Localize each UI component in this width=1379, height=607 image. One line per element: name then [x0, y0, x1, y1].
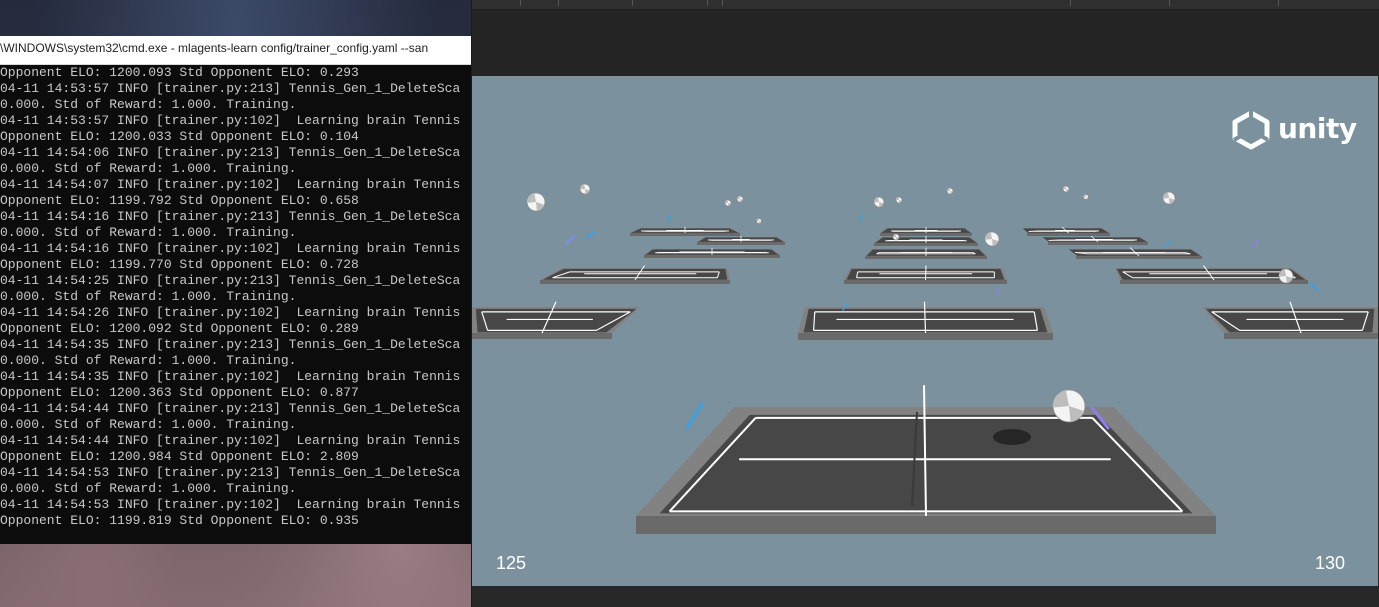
- score-left: 125: [496, 553, 527, 573]
- court-back-2-edge: [697, 242, 785, 245]
- console-line: Opponent ELO: 1200.363 Std Opponent ELO:…: [0, 385, 359, 400]
- console-line: 04-11 14:54:16 INFO [trainer.py:102] Lea…: [0, 241, 461, 256]
- court-back-5-edge: [874, 243, 978, 246]
- tennis-ball-icon: [873, 196, 885, 208]
- court-back-9-edge: [1076, 256, 1202, 259]
- tennis-racket-icon: [1165, 240, 1172, 247]
- console-line: 0.000. Std of Reward: 1.000. Training.: [0, 225, 297, 240]
- console-line: Opponent ELO: 1200.092 Std Opponent ELO:…: [0, 321, 359, 336]
- console-line: 0.000. Std of Reward: 1.000. Training.: [0, 353, 297, 368]
- tennis-racket-icon: [685, 402, 704, 430]
- editor-tab-strip[interactable]: [472, 0, 1379, 10]
- court-near-1-edge: [472, 333, 612, 339]
- tennis-ball-icon: [946, 187, 954, 195]
- console-line: 04-11 14:54:25 INFO [trainer.py:213] Ten…: [0, 273, 461, 288]
- tennis-scene: [472, 183, 1378, 534]
- court-back-6-edge: [865, 256, 987, 259]
- tennis-racket-icon: [1251, 239, 1259, 247]
- tennis-racket-icon: [859, 214, 864, 221]
- console-line: Opponent ELO: 1199.792 Std Opponent ELO:…: [0, 193, 359, 208]
- console-line: 04-11 14:53:57 INFO [trainer.py:102] Lea…: [0, 113, 461, 128]
- tennis-racket-icon: [667, 214, 672, 222]
- console-output[interactable]: Opponent ELO: 1200.093 Std Opponent ELO:…: [0, 65, 471, 529]
- tennis-ball-icon: [895, 196, 903, 204]
- console-line: Opponent ELO: 1200.033 Std Opponent ELO:…: [0, 129, 359, 144]
- unity-editor-window[interactable]: unity 125 130: [471, 0, 1379, 607]
- console-line: 04-11 14:54:53 INFO [trainer.py:102] Lea…: [0, 497, 461, 512]
- court-near-3-edge: [1224, 333, 1378, 339]
- console-line: 04-11 14:54:44 INFO [trainer.py:102] Lea…: [0, 433, 461, 448]
- court-mid-3-edge: [1120, 280, 1308, 284]
- console-line: 0.000. Std of Reward: 1.000. Training.: [0, 289, 297, 304]
- console-line: 04-11 14:54:07 INFO [trainer.py:102] Lea…: [0, 177, 461, 192]
- court-mid-2-edge: [844, 280, 1007, 284]
- court-back-7-edge: [1027, 233, 1110, 236]
- editor-bottom-bar: [472, 586, 1379, 607]
- console-line: 04-11 14:54:53 INFO [trainer.py:213] Ten…: [0, 465, 461, 480]
- tennis-ball-icon: [579, 183, 591, 195]
- console-line: 04-11 14:54:16 INFO [trainer.py:213] Ten…: [0, 209, 461, 224]
- cmd-window-title: \WINDOWS\system32\cmd.exe - mlagents-lea…: [0, 41, 429, 55]
- unity-logo-text: unity: [1278, 112, 1357, 145]
- score-right: 130: [1315, 553, 1346, 573]
- console-line: 04-11 14:54:26 INFO [trainer.py:102] Lea…: [0, 305, 461, 320]
- console-line: 0.000. Std of Reward: 1.000. Training.: [0, 481, 297, 496]
- tennis-ball-icon: [756, 218, 762, 224]
- tennis-racket-icon: [565, 235, 575, 245]
- unity-logo: unity: [1230, 110, 1357, 150]
- tennis-ball-icon: [984, 231, 1000, 247]
- console-line: 0.000. Std of Reward: 1.000. Training.: [0, 161, 297, 176]
- console-line: 04-11 14:53:57 INFO [trainer.py:213] Ten…: [0, 81, 461, 96]
- console-line: 0.000. Std of Reward: 1.000. Training.: [0, 417, 297, 432]
- console-line: 04-11 14:54:35 INFO [trainer.py:213] Ten…: [0, 337, 461, 352]
- tennis-ball-icon: [1052, 389, 1086, 423]
- cmd-window[interactable]: \WINDOWS\system32\cmd.exe - mlagents-lea…: [0, 36, 471, 544]
- tennis-racket-icon: [996, 288, 1001, 296]
- game-view-toolbar: [472, 10, 1379, 76]
- tennis-racket-icon: [1309, 282, 1319, 291]
- console-line: 04-11 14:54:35 INFO [trainer.py:102] Lea…: [0, 369, 461, 384]
- court-back-8-edge: [1048, 242, 1148, 245]
- court-back-1-edge: [630, 233, 740, 236]
- console-line: 04-11 14:54:06 INFO [trainer.py:213] Ten…: [0, 145, 461, 160]
- tennis-racket-icon: [586, 231, 595, 238]
- console-line: 0.000. Std of Reward: 1.000. Training.: [0, 97, 297, 112]
- console-line: Opponent ELO: 1200.093 Std Opponent ELO:…: [0, 65, 359, 80]
- tennis-ball-icon: [1083, 194, 1089, 200]
- game-view[interactable]: unity 125 130: [472, 76, 1378, 586]
- tennis-ball-icon: [724, 199, 732, 207]
- tennis-ball-icon: [526, 192, 546, 212]
- tennis-ball-icon: [1162, 191, 1176, 205]
- court-mid-2-line: [925, 265, 927, 281]
- court-front-edge: [636, 516, 1216, 534]
- tennis-ball-icon: [736, 195, 744, 203]
- cmd-title-bar[interactable]: \WINDOWS\system32\cmd.exe - mlagents-lea…: [0, 36, 471, 65]
- unity-logo-icon: [1232, 110, 1270, 150]
- court-near-2-edge: [798, 333, 1053, 340]
- tennis-ball-icon: [1278, 268, 1294, 284]
- ball-shadow: [993, 429, 1031, 445]
- court-back-3-edge: [644, 255, 780, 258]
- console-line: Opponent ELO: 1200.984 Std Opponent ELO:…: [0, 449, 359, 464]
- console-line: 04-11 14:54:44 INFO [trainer.py:213] Ten…: [0, 401, 461, 416]
- console-line: Opponent ELO: 1199.819 Std Opponent ELO:…: [0, 513, 359, 528]
- tennis-ball-icon: [892, 233, 900, 241]
- console-line: Opponent ELO: 1199.770 Std Opponent ELO:…: [0, 257, 359, 272]
- tennis-ball-icon: [1062, 185, 1070, 193]
- court-mid-1-edge: [540, 280, 730, 284]
